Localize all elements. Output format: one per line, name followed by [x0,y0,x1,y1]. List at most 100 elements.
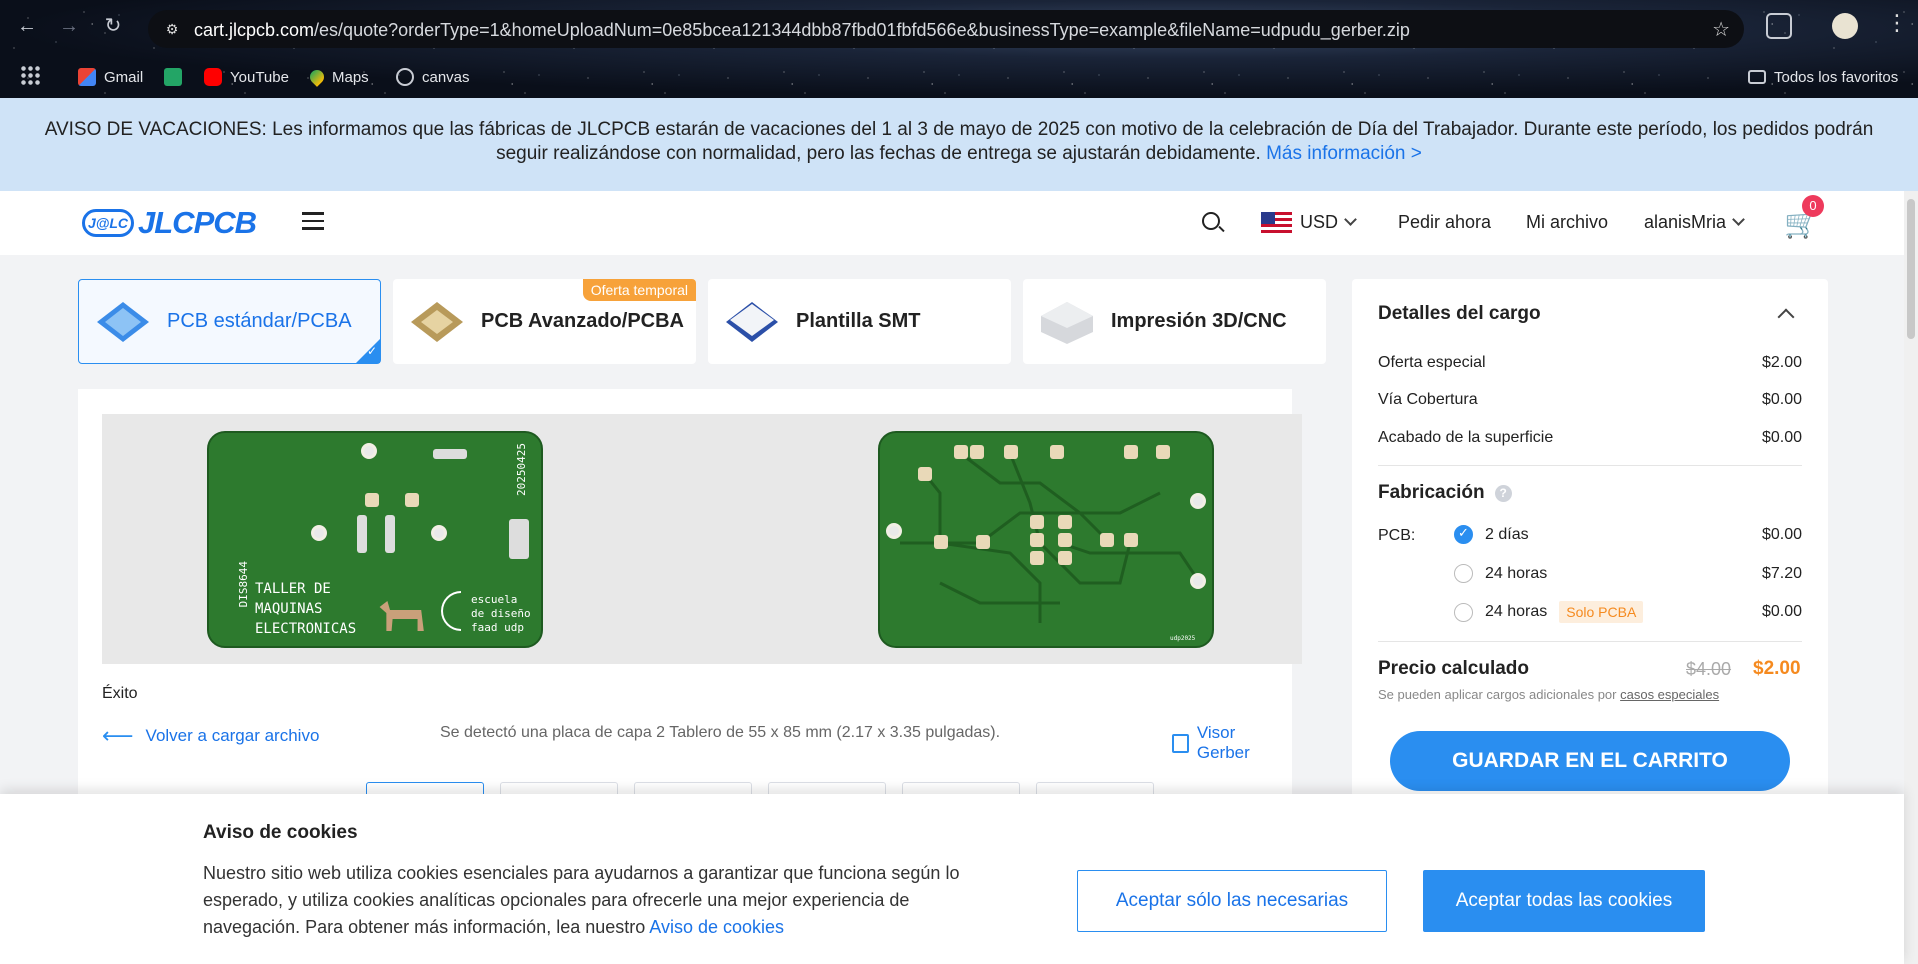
charge-details-title: Detalles del cargo [1378,303,1541,324]
gerber-viewer-label: Visor Gerber [1196,723,1250,762]
my-files-link[interactable]: Mi archivo [1526,212,1608,233]
reload-icon[interactable]: ↻ [100,13,126,39]
search-icon[interactable] [1202,212,1220,230]
bookmark-youtube[interactable]: YouTube [204,64,289,90]
maps-icon [307,67,327,87]
option-2-days[interactable]: 2 días $0.00 [1454,525,1802,544]
radio[interactable] [1454,564,1473,583]
pcb-logo-arc [441,591,461,631]
tab-standard-pcb[interactable]: PCB estándar/PCBA [78,279,381,364]
chevron-down-icon [1344,213,1357,226]
bookmark-sheets[interactable] [164,64,182,90]
cart-count-badge: 0 [1802,195,1824,217]
bookmarks-bar: Gmail YouTube Maps canvas Todos los favo… [0,58,1918,96]
us-flag-icon[interactable] [1261,212,1292,233]
fee-row-surface-finish: Acabado de la superficie $0.00 [1378,429,1802,446]
bookmark-label: canvas [422,68,470,86]
browser-chrome: ← → ↻ ⚙ cart.jlcpcb.com/es/quote?orderTy… [0,0,1918,98]
pcb-back-image: udp2025 [878,431,1214,648]
cookie-title: Aviso de cookies [203,822,358,843]
holiday-notice: AVISO DE VACACIONES: Les informamos que … [0,98,1918,191]
detected-board-info: Se detectó una placa de capa 2 Tablero d… [440,724,1001,741]
user-menu[interactable]: alanisMria [1644,212,1745,233]
smt-stencil-icon [726,301,778,342]
back-icon[interactable]: ← [14,13,40,39]
calculated-price-label: Precio calculado [1378,658,1530,679]
canvas-icon [396,68,414,86]
cookie-notice-link[interactable]: Aviso de cookies [649,917,784,937]
fee-row-via-covering: Vía Cobertura $0.00 [1378,391,1802,408]
extensions-icon[interactable] [1766,13,1792,39]
scrollbar-thumb[interactable] [1907,199,1915,339]
all-bookmarks[interactable]: Todos los favoritos [1748,64,1898,90]
reupload-link[interactable]: ⟵ Volver a cargar archivo [102,723,319,749]
help-icon[interactable]: ? [1494,484,1512,502]
profile-avatar[interactable] [1832,13,1858,39]
jlcpcb-logo[interactable]: J@LC JLCPCB [82,205,257,241]
folder-icon [1748,70,1766,84]
bookmark-maps[interactable]: Maps [307,64,369,90]
upload-status: Éxito [102,685,138,702]
option-24-hours[interactable]: 24 horas $7.20 [1454,564,1802,583]
logo-mark: J@LC [82,209,134,237]
special-cases-link[interactable]: casos especiales [1620,687,1719,702]
tab-label: Impresión 3D/CNC [1111,310,1287,332]
radio-checked[interactable] [1454,525,1473,544]
address-bar[interactable]: ⚙ cart.jlcpcb.com/es/quote?orderType=1&h… [148,10,1744,48]
bookmark-label: Gmail [104,68,144,86]
tab-label: Plantilla SMT [796,310,921,332]
charge-details-panel: Detalles del cargo Oferta especial $2.00 … [1352,279,1828,809]
site-header: J@LC JLCPCB USD Pedir ahora Mi archivo a… [0,191,1918,255]
menu-icon[interactable] [302,212,324,232]
pcb-traces [900,451,1202,623]
advanced-pcb-icon [411,301,463,342]
cookie-body: Nuestro sitio web utiliza cookies esenci… [203,863,960,937]
bookmark-label: Maps [332,68,369,86]
limited-offer-ribbon: Oferta temporal [582,279,696,301]
deer-icon [379,601,424,631]
chevron-down-icon [1732,213,1745,226]
gerber-viewer-link[interactable]: Visor Gerber [1172,723,1292,763]
bookmark-star-icon[interactable]: ☆ [1712,17,1730,42]
tab-advanced-pcb[interactable]: PCB Avanzado/PCBA Oferta temporal [393,279,696,364]
tab-label: PCB estándar/PCBA [167,310,352,332]
site-info-icon[interactable]: ⚙ [162,19,182,39]
bookmark-canvas[interactable]: canvas [396,64,470,90]
3d-print-icon [1041,301,1093,344]
gerber-viewer-icon [1172,733,1189,753]
fee-row-special-offer: Oferta especial $2.00 [1378,354,1802,371]
radio[interactable] [1454,602,1473,622]
pcb-front-date: 20250425 [515,443,528,496]
standard-pcb-icon [97,301,149,342]
extra-charges-note: Se pueden aplicar cargos adicionales por… [1378,687,1720,702]
tab-label: PCB Avanzado/PCBA [481,310,684,332]
url-text: cart.jlcpcb.com/es/quote?orderType=1&hom… [194,20,1410,40]
new-price: $2.00 [1753,658,1801,679]
currency-select[interactable]: USD [1300,212,1357,233]
bookmark-gmail[interactable]: Gmail [78,64,143,90]
selected-check-icon [356,339,380,363]
gerber-preview-panel: TALLER DE MAQUINAS ELECTRONICAS escuela de … [78,389,1302,812]
pcb-front-brand: escuela de diseño faad udp [471,593,531,634]
accept-all-cookies-button[interactable]: Aceptar todas las cookies [1423,870,1705,932]
accept-necessary-button[interactable]: Aceptar sólo las necesarias [1077,870,1387,932]
youtube-icon [204,68,222,86]
notice-text: AVISO DE VACACIONES: Les informamos que … [44,119,1874,164]
save-to-cart-button[interactable]: GUARDAR EN EL CARRITO [1390,731,1790,791]
pcb-front-image: TALLER DE MAQUINAS ELECTRONICAS escuela de … [207,431,543,648]
pcb-preview: TALLER DE MAQUINAS ELECTRONICAS escuela de … [102,414,1302,664]
option-24-hours-pcba[interactable]: 24 horas Solo PCBA $0.00 [1454,601,1802,623]
pcb-back-text: udp2025 [1170,635,1196,642]
tab-smt-stencil[interactable]: Plantilla SMT [708,279,1011,364]
more-info-link[interactable]: Más información > [1266,143,1422,164]
bookmark-label: YouTube [230,68,289,86]
pcba-only-tag: Solo PCBA [1559,601,1644,623]
tab-3d-cnc[interactable]: Impresión 3D/CNC [1023,279,1326,364]
reupload-label: Volver a cargar archivo [145,726,320,745]
old-price: $4.00 [1686,659,1732,679]
chevron-up-icon[interactable] [1777,308,1795,326]
browser-menu-icon[interactable]: ⋮ [1886,10,1908,36]
forward-icon[interactable]: → [56,13,82,39]
order-now-link[interactable]: Pedir ahora [1398,212,1491,233]
pcb-front-code: DIS8644 [237,561,250,608]
